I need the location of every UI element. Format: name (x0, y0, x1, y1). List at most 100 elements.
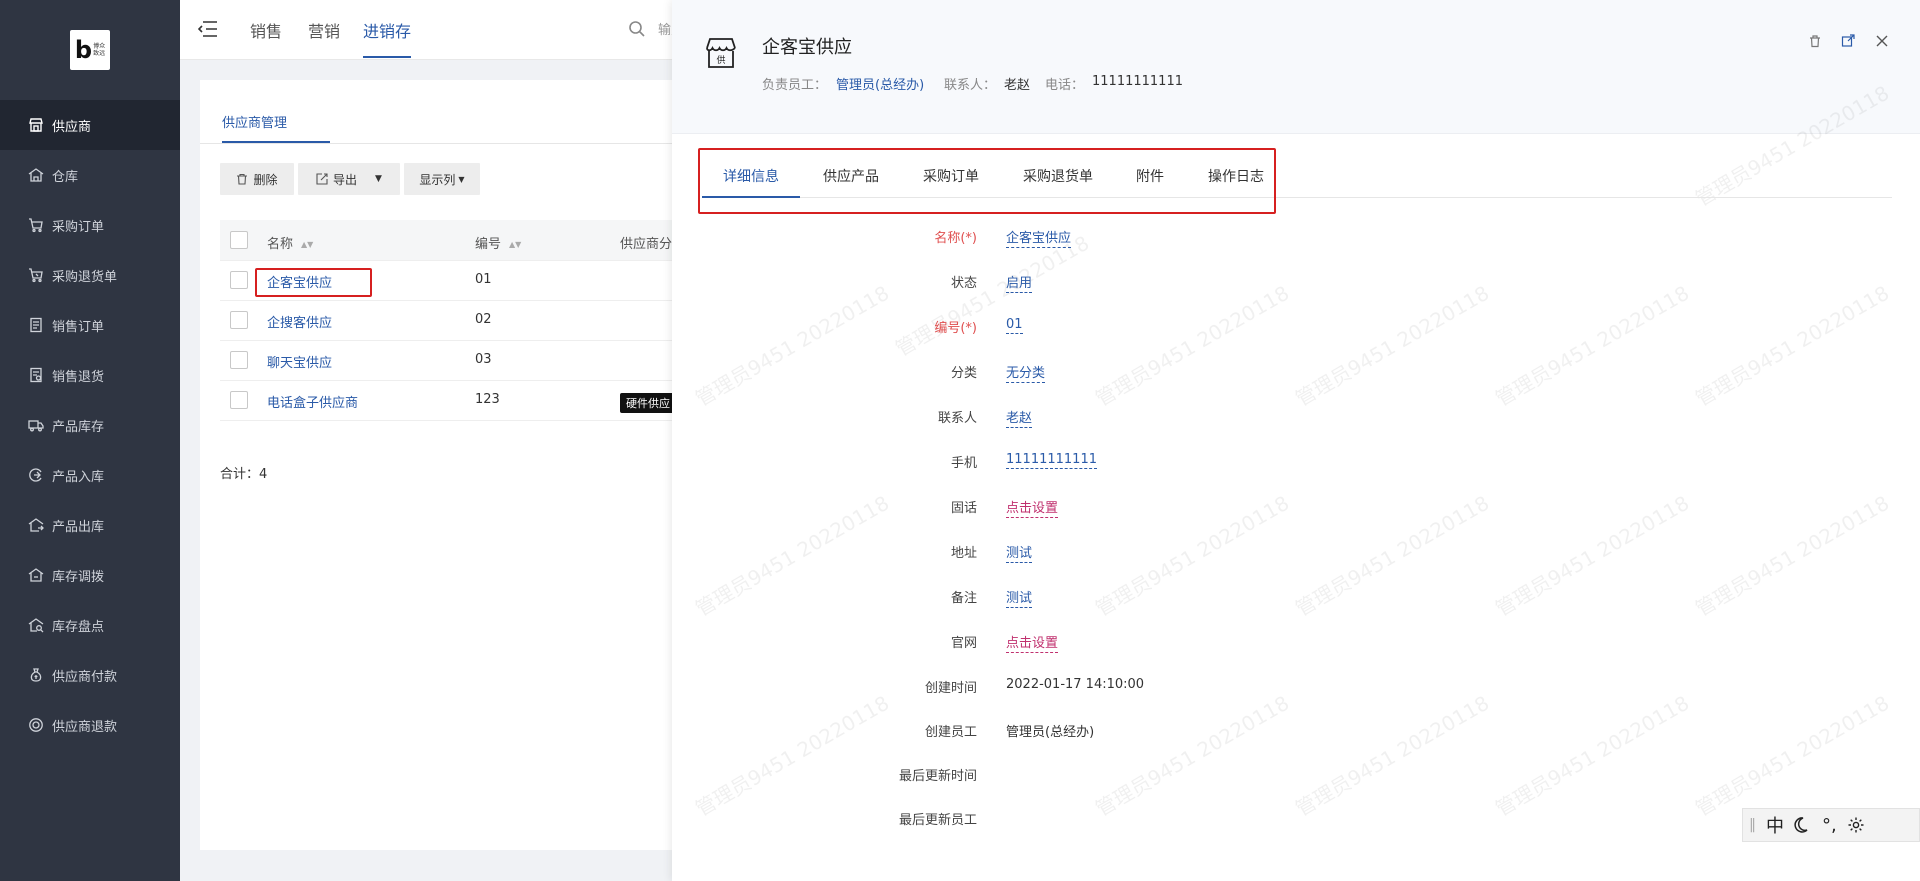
export-button[interactable]: 导出 ▼ (298, 163, 400, 195)
sidebar-item-label: 产品出库 (52, 519, 105, 535)
row-checkbox[interactable] (230, 391, 248, 409)
table-row-name-link[interactable]: 聊天宝供应 (267, 352, 332, 371)
row-checkbox[interactable] (230, 351, 248, 369)
ime-mode-toggle[interactable]: 中 (1766, 812, 1784, 838)
sidebar-item-label: 采购订单 (52, 219, 105, 235)
watermark: 管理员9451 20220118 (1091, 280, 1294, 411)
logo-text-line1: 博众 (93, 43, 106, 50)
open-external-icon[interactable] (1841, 34, 1855, 48)
sidebar-item-suppliers[interactable]: 供应商 (0, 100, 180, 150)
sort-icon[interactable]: ▲▼ (509, 240, 521, 249)
field-value-code[interactable]: 01 (1006, 317, 1023, 334)
sidebar-item-label: 产品入库 (52, 469, 105, 485)
trash-icon (237, 173, 248, 185)
field-value-remark[interactable]: 测试 (1006, 587, 1033, 608)
ime-toolbar: ‖ 中 °, (1742, 808, 1920, 842)
field-value-name[interactable]: 企客宝供应 (1006, 227, 1072, 248)
close-icon[interactable] (1875, 34, 1889, 48)
active-tab-underline (363, 56, 411, 58)
field-value-mobile[interactable]: 11111111111 (1006, 452, 1097, 469)
column-header-label: 名称 (267, 237, 294, 252)
row-checkbox[interactable] (230, 271, 248, 289)
select-all-checkbox[interactable] (230, 231, 248, 249)
field-value-landline[interactable]: 点击设置 (1006, 497, 1059, 518)
inbound-icon (28, 467, 44, 483)
sidebar-item-sales-orders[interactable]: 销售订单 (0, 300, 180, 350)
sidebar-item-sales-returns[interactable]: 销售退货 (0, 350, 180, 400)
field-label-name: 名称(*) (934, 231, 977, 246)
table-row-name-link[interactable]: 企搜客供应 (267, 312, 332, 331)
card-tab-divider (200, 143, 680, 144)
column-header-name[interactable]: 名称 ▲▼ (267, 233, 313, 252)
sidebar-nav: 供应商 仓库 采购订单 采购退货单 销售订单 销售退货 产品库存 产品入库 产品… (0, 100, 180, 750)
tab-inventory[interactable]: 进销存 (363, 18, 411, 42)
columns-button-label: 显示列 (419, 172, 456, 187)
moon-icon[interactable] (1794, 816, 1812, 834)
document-return-icon (28, 367, 44, 383)
field-value-website[interactable]: 点击设置 (1006, 632, 1059, 653)
tab-marketing[interactable]: 营销 (308, 18, 340, 42)
field-value-category[interactable]: 无分类 (1006, 362, 1046, 383)
row-divider (220, 300, 680, 301)
field-label-updated-time: 最后更新时间 (898, 769, 977, 784)
document-icon (28, 317, 44, 333)
watermark: 管理员9451 20220118 (1091, 490, 1294, 621)
sidebar-item-supplier-refund[interactable]: 供应商退款 (0, 700, 180, 750)
logo-mark: b (74, 36, 93, 64)
sidebar-item-product-inbound[interactable]: 产品入库 (0, 450, 180, 500)
field-label-mobile: 手机 (950, 456, 977, 471)
logo-text: 博众 致远 (93, 43, 105, 57)
column-header-code[interactable]: 编号 ▲▼ (475, 233, 521, 252)
gear-icon[interactable] (1847, 816, 1865, 834)
sort-icon[interactable]: ▲▼ (301, 240, 313, 249)
sidebar-item-label: 销售订单 (52, 319, 105, 335)
sidebar-item-product-stock[interactable]: 产品库存 (0, 400, 180, 450)
watermark: 管理员9451 20220118 (1491, 490, 1694, 621)
card-tab-underline (222, 141, 330, 143)
logo[interactable]: b 博众 致远 (70, 30, 110, 70)
logo-text-line2: 致远 (93, 50, 106, 57)
truck-icon (28, 417, 44, 433)
row-divider (220, 420, 680, 421)
field-value-contact[interactable]: 老赵 (1006, 407, 1033, 428)
columns-button[interactable]: 显示列 ▼ (404, 163, 480, 195)
menu-toggle-icon[interactable] (197, 20, 218, 38)
punctuation-toggle[interactable]: °, (1822, 815, 1837, 836)
sidebar-item-warehouse[interactable]: 仓库 (0, 150, 180, 200)
tab-supplier-management[interactable]: 供应商管理 (222, 112, 287, 131)
delete-button[interactable]: 删除 (220, 163, 294, 195)
table-row-code: 02 (475, 312, 492, 327)
watermark: 管理员9451 20220118 (1491, 690, 1694, 821)
table-row-name-link[interactable]: 电话盒子供应商 (267, 392, 358, 411)
field-value-address[interactable]: 测试 (1006, 542, 1033, 563)
sidebar-item-supplier-payment[interactable]: 供应商付款 (0, 650, 180, 700)
sidebar-item-stock-transfer[interactable]: 库存调拨 (0, 550, 180, 600)
highlight-box-tabs (698, 148, 1276, 214)
tab-sales[interactable]: 销售 (250, 18, 282, 42)
table-row-code: 123 (475, 392, 500, 407)
trash-icon[interactable] (1808, 34, 1822, 48)
list-card (200, 80, 680, 850)
field-value-status[interactable]: 启用 (1006, 272, 1033, 293)
sidebar-item-label: 供应商 (52, 119, 92, 135)
sidebar: b 博众 致远 供应商 仓库 采购订单 采购退货单 销售订单 销售退货 产品库存… (0, 0, 180, 881)
highlight-box-row (255, 268, 372, 297)
sidebar-item-product-outbound[interactable]: 产品出库 (0, 500, 180, 550)
ime-drag-handle-icon[interactable]: ‖ (1749, 817, 1756, 833)
sidebar-item-purchase-returns[interactable]: 采购退货单 (0, 250, 180, 300)
money-bag-icon (28, 667, 44, 683)
sidebar-item-stock-check[interactable]: 库存盘点 (0, 600, 180, 650)
drawer-header (672, 0, 1920, 134)
supplier-store-icon: 供 (704, 36, 738, 70)
field-label-contact: 联系人 (937, 411, 977, 426)
sidebar-item-label: 产品库存 (52, 419, 105, 435)
sidebar-item-label: 仓库 (52, 169, 79, 185)
cart-icon (28, 217, 44, 233)
caret-down-icon[interactable]: ▼ (375, 174, 382, 184)
watermark: 管理员9451 20220118 (1291, 690, 1494, 821)
field-value-created-by: 管理员(总经办) (1006, 725, 1095, 740)
row-checkbox[interactable] (230, 311, 248, 329)
owner-value[interactable]: 管理员(总经办) (836, 74, 924, 93)
sidebar-item-purchase-orders[interactable]: 采购订单 (0, 200, 180, 250)
column-header-category[interactable]: 供应商分 (620, 233, 672, 252)
